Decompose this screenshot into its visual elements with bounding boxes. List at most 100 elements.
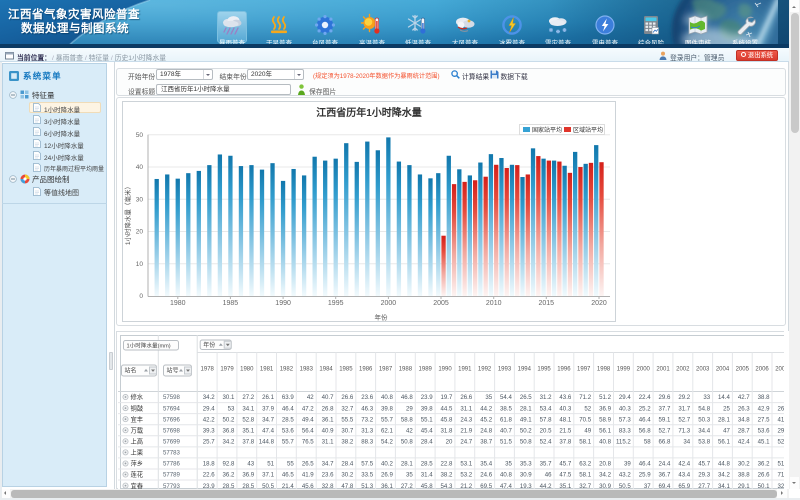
- svg-text:45.7: 45.7: [698, 461, 710, 468]
- svg-text:万载: 万载: [131, 425, 144, 434]
- svg-text:40.7: 40.7: [500, 427, 512, 434]
- svg-text:56.4: 56.4: [302, 427, 314, 434]
- svg-text:24.6: 24.6: [480, 472, 492, 479]
- svg-text:28.1: 28.1: [520, 405, 532, 412]
- svg-text:51: 51: [267, 461, 274, 468]
- svg-text:1997: 1997: [577, 367, 591, 373]
- svg-text:江西省历年1小时降水量: 江西省历年1小时降水量: [316, 106, 422, 119]
- svg-text:29: 29: [406, 405, 413, 412]
- svg-text:55: 55: [287, 461, 294, 468]
- svg-text:57783: 57783: [163, 450, 181, 457]
- svg-text:45.8: 45.8: [441, 416, 453, 423]
- svg-text:1978: 1978: [201, 367, 215, 373]
- svg-text:20: 20: [136, 229, 144, 236]
- svg-text:1988: 1988: [399, 367, 413, 373]
- svg-text:45.7: 45.7: [559, 461, 571, 468]
- svg-text:37.8: 37.8: [559, 439, 571, 446]
- svg-text:宜丰: 宜丰: [131, 414, 144, 423]
- svg-text:55.7: 55.7: [381, 416, 393, 423]
- svg-text:18.8: 18.8: [203, 461, 215, 468]
- svg-text:44.5: 44.5: [441, 405, 453, 412]
- svg-text:34.2: 34.2: [599, 472, 611, 479]
- svg-text:24.3: 24.3: [460, 416, 472, 423]
- svg-text:40.8: 40.8: [381, 394, 393, 401]
- svg-text:55.1: 55.1: [421, 416, 433, 423]
- svg-text:34.7: 34.7: [262, 416, 274, 423]
- svg-text:34.4: 34.4: [698, 427, 710, 434]
- svg-text:52.8: 52.8: [242, 416, 254, 423]
- svg-text:2000: 2000: [637, 367, 651, 373]
- svg-text:2001: 2001: [656, 367, 670, 373]
- svg-text:1994: 1994: [518, 367, 532, 373]
- svg-text:萍乡: 萍乡: [131, 459, 144, 468]
- svg-text:62.1: 62.1: [381, 427, 393, 434]
- svg-text:27.2: 27.2: [242, 394, 254, 401]
- svg-text:51.5: 51.5: [500, 439, 512, 446]
- svg-text:42: 42: [406, 427, 413, 434]
- svg-text:国家站平均: 国家站平均: [532, 126, 562, 134]
- svg-text:43.4: 43.4: [678, 472, 690, 479]
- svg-text:29.6: 29.6: [659, 394, 671, 401]
- svg-text:48.1: 48.1: [559, 416, 571, 423]
- svg-text:年份: 年份: [375, 313, 389, 322]
- svg-text:37.8: 37.8: [242, 439, 254, 446]
- svg-text:53.6: 53.6: [758, 427, 770, 434]
- svg-text:1998: 1998: [597, 367, 611, 373]
- svg-text:57.8: 57.8: [540, 416, 552, 423]
- svg-text:46: 46: [545, 472, 552, 479]
- svg-text:40.8: 40.8: [599, 439, 611, 446]
- svg-text:34.2: 34.2: [203, 394, 215, 401]
- svg-text:2006: 2006: [755, 367, 769, 373]
- svg-text:1979: 1979: [220, 367, 234, 373]
- svg-text:58.8: 58.8: [401, 416, 413, 423]
- svg-text:71.2: 71.2: [579, 394, 591, 401]
- svg-text:115.2: 115.2: [616, 439, 631, 446]
- svg-text:38.7: 38.7: [480, 439, 492, 446]
- svg-text:144.8: 144.8: [259, 439, 275, 446]
- svg-text:46.3: 46.3: [361, 405, 373, 412]
- svg-text:57789: 57789: [163, 472, 181, 479]
- svg-text:47.4: 47.4: [262, 427, 274, 434]
- svg-text:24.7: 24.7: [460, 439, 472, 446]
- svg-text:1984: 1984: [319, 367, 333, 373]
- svg-text:30.7: 30.7: [341, 427, 353, 434]
- svg-text:37.9: 37.9: [262, 405, 274, 412]
- svg-text:36.9: 36.9: [242, 472, 254, 479]
- svg-text:37.7: 37.7: [659, 405, 671, 412]
- svg-text:1995: 1995: [537, 367, 551, 373]
- svg-text:92.8: 92.8: [223, 461, 235, 468]
- svg-text:29.3: 29.3: [698, 472, 710, 479]
- svg-text:44.8: 44.8: [718, 461, 730, 468]
- svg-text:57699: 57699: [163, 439, 181, 446]
- svg-text:40.9: 40.9: [322, 427, 334, 434]
- svg-text:70.5: 70.5: [579, 416, 591, 423]
- svg-text:54.4: 54.4: [500, 394, 512, 401]
- svg-text:26.1: 26.1: [262, 394, 274, 401]
- svg-text:40: 40: [136, 164, 144, 171]
- svg-text:58.9: 58.9: [599, 416, 611, 423]
- svg-text:57.5: 57.5: [361, 461, 373, 468]
- svg-text:站名: 站名: [125, 367, 137, 375]
- svg-text:26.5: 26.5: [302, 461, 314, 468]
- svg-text:25: 25: [723, 405, 730, 412]
- svg-text:39.8: 39.8: [421, 405, 433, 412]
- svg-text:31.1: 31.1: [460, 405, 472, 412]
- svg-text:30: 30: [136, 197, 144, 204]
- svg-text:28.1: 28.1: [718, 416, 730, 423]
- svg-text:59.1: 59.1: [659, 416, 671, 423]
- svg-text:28.5: 28.5: [421, 461, 433, 468]
- svg-text:19.7: 19.7: [441, 394, 453, 401]
- svg-text:31.7: 31.7: [678, 405, 690, 412]
- svg-text:25.9: 25.9: [639, 472, 651, 479]
- svg-text:45.2: 45.2: [480, 416, 492, 423]
- svg-text:56.1: 56.1: [718, 439, 730, 446]
- svg-text:23.6: 23.6: [361, 394, 373, 401]
- svg-text:1小时降水量(mm): 1小时降水量(mm): [127, 341, 171, 349]
- svg-text:50.2: 50.2: [520, 427, 532, 434]
- svg-text:58: 58: [644, 439, 651, 446]
- svg-text:2003: 2003: [696, 367, 710, 373]
- svg-text:30.9: 30.9: [520, 472, 532, 479]
- svg-text:35.1: 35.1: [242, 427, 254, 434]
- svg-text:34.2: 34.2: [718, 472, 730, 479]
- svg-text:14.4: 14.4: [718, 394, 730, 401]
